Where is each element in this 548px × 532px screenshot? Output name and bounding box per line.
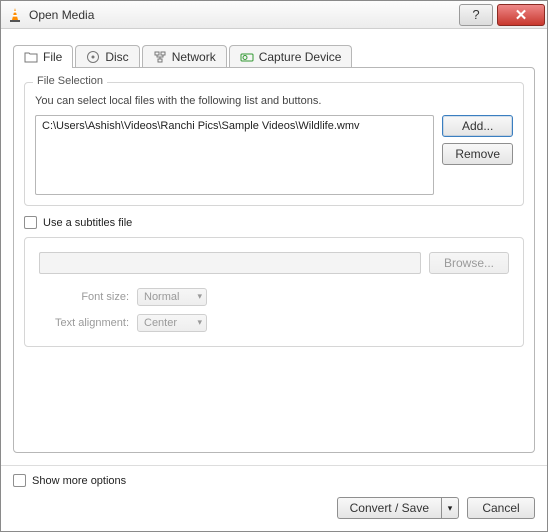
file-list-item[interactable]: C:\Users\Ashish\Videos\Ranchi Pics\Sampl… [42, 120, 427, 132]
show-more-label: Show more options [32, 475, 126, 487]
cancel-button[interactable]: Cancel [467, 497, 535, 519]
tab-disc[interactable]: Disc [75, 45, 139, 68]
close-button[interactable]: ✕ [497, 4, 545, 26]
tab-network[interactable]: Network [142, 45, 227, 68]
window-controls: ? ✕ [459, 4, 547, 26]
capture-device-icon [240, 50, 254, 64]
open-media-window: Open Media ? ✕ File Disc [0, 0, 548, 532]
help-button[interactable]: ? [459, 4, 493, 26]
file-selection-group: File Selection You can select local file… [24, 82, 524, 206]
disc-icon [86, 50, 100, 64]
convert-save-button[interactable]: Convert / Save [337, 497, 441, 519]
convert-save-split: Convert / Save ▾ [337, 497, 459, 519]
tab-label: Network [172, 50, 216, 64]
remove-button[interactable]: Remove [442, 143, 513, 165]
subtitles-group: Browse... Font size: Normal Text alignme… [24, 237, 524, 347]
tab-label: File [43, 50, 62, 64]
font-size-combo: Normal [137, 288, 207, 306]
tab-label: Disc [105, 50, 128, 64]
file-list[interactable]: C:\Users\Ashish\Videos\Ranchi Pics\Sampl… [35, 115, 434, 195]
vlc-cone-icon [7, 7, 23, 23]
convert-save-dropdown[interactable]: ▾ [441, 497, 459, 519]
text-alignment-combo: Center [137, 314, 207, 332]
text-alignment-label: Text alignment: [39, 317, 129, 329]
subtitles-checkbox-row: Use a subtitles file [24, 216, 524, 229]
network-icon [153, 50, 167, 64]
titlebar: Open Media ? ✕ [1, 1, 547, 29]
tab-strip: File Disc Network Capture Device [13, 41, 535, 67]
group-title: File Selection [33, 75, 107, 87]
tab-capture[interactable]: Capture Device [229, 45, 353, 68]
footer: Show more options Convert / Save ▾ Cance… [1, 465, 547, 531]
show-more-checkbox[interactable] [13, 474, 26, 487]
folder-icon [24, 50, 38, 64]
subtitles-checkbox[interactable] [24, 216, 37, 229]
tab-panel-file: File Selection You can select local file… [13, 67, 535, 453]
file-selection-hint: You can select local files with the foll… [35, 95, 513, 107]
window-title: Open Media [29, 8, 459, 22]
tab-file[interactable]: File [13, 45, 73, 68]
subtitles-checkbox-label: Use a subtitles file [43, 217, 132, 229]
browse-button: Browse... [429, 252, 509, 274]
dialog-content: File Disc Network Capture Device [1, 29, 547, 465]
tab-label: Capture Device [259, 50, 342, 64]
add-button[interactable]: Add... [442, 115, 513, 137]
subtitles-path-input [39, 252, 421, 274]
font-size-label: Font size: [39, 291, 129, 303]
